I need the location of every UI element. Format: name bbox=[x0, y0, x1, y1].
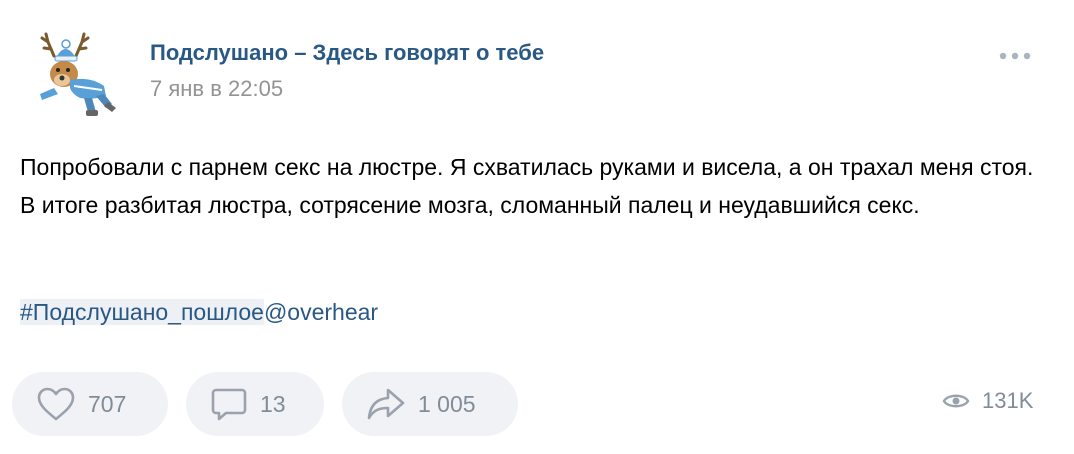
more-horizontal-icon bbox=[999, 52, 1031, 60]
like-button[interactable]: 707 bbox=[12, 372, 168, 436]
share-arrow-icon bbox=[366, 386, 406, 422]
community-mention-link[interactable]: @overhear bbox=[264, 299, 378, 325]
deer-avatar-icon bbox=[40, 32, 116, 116]
shares-count: 1 005 bbox=[418, 390, 476, 417]
comment-bubble-icon bbox=[210, 386, 248, 422]
more-options-button[interactable] bbox=[996, 46, 1036, 66]
post-body-text: Попробовали с парнем секс на люстре. Я с… bbox=[20, 154, 1034, 218]
community-avatar[interactable] bbox=[24, 28, 120, 124]
post-hashtag-line: #Подслушано_пошлое@overhear bbox=[20, 296, 378, 328]
hashtag-link[interactable]: #Подслушано_пошлое bbox=[20, 299, 264, 325]
likes-count: 707 bbox=[88, 390, 127, 417]
post-card: Подслушано – Здесь говорят о тебе 7 янв … bbox=[0, 0, 1074, 454]
comment-button[interactable]: 13 bbox=[186, 372, 324, 436]
comments-count: 13 bbox=[260, 390, 286, 417]
share-button[interactable]: 1 005 bbox=[342, 372, 518, 436]
post-date-link[interactable]: 7 янв в 22:05 bbox=[150, 76, 283, 102]
post-actions-bar: 707 13 1 005 bbox=[12, 372, 518, 436]
community-name-link[interactable]: Подслушано – Здесь говорят о тебе bbox=[150, 40, 544, 66]
views-count: 131K bbox=[982, 388, 1034, 413]
views-counter: 131K bbox=[942, 388, 1033, 414]
eye-icon bbox=[942, 394, 970, 408]
heart-icon bbox=[36, 386, 76, 422]
